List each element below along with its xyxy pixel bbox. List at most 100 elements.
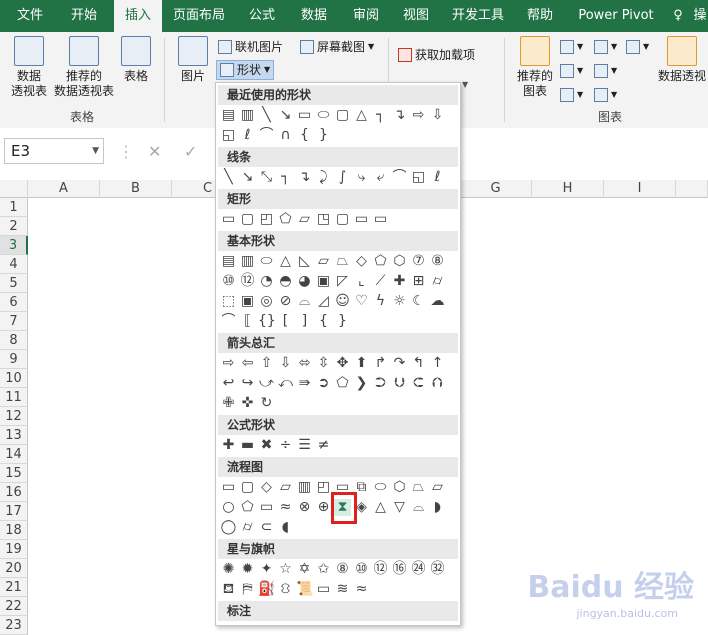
column-header[interactable]: B [100,180,172,198]
rounded-rectangle-shape[interactable]: ▢ [334,107,351,124]
row-header[interactable]: 16 [0,483,28,502]
flowchart-offpage-connector-shape[interactable]: ⬠ [239,499,256,516]
oval-shape[interactable]: ⬭ [315,107,332,124]
curved-connector-shape[interactable]: ∫ [334,169,351,186]
plus-shape[interactable]: ✚ [220,437,237,454]
rectangle-shape[interactable]: ▭ [220,211,237,228]
row-header[interactable]: 7 [0,312,28,331]
tab-insert[interactable]: 插入 [114,0,162,33]
get-addins-button[interactable]: 获取加载项 [398,46,475,64]
ribbon-up-shape[interactable]: ⛾ [220,581,237,598]
multiply-shape[interactable]: ✖ [258,437,275,454]
flowchart-direct-access-shape[interactable]: ⊂ [258,519,275,536]
tab-power-pivot[interactable]: Power Pivot [572,0,660,32]
pictures-button[interactable]: 图片 [174,36,212,84]
double-brace-shape[interactable]: {} [258,313,276,330]
tab-review[interactable]: 审阅 [344,0,388,32]
row-header[interactable]: 18 [0,521,28,540]
round-same-side-rectangle-shape[interactable]: ▭ [353,211,370,228]
flowchart-decision-shape[interactable]: ◇ [258,479,275,496]
star10-shape[interactable]: ⑩ [353,561,370,578]
down-arrow-callout-shape[interactable]: ⮋ [391,375,408,392]
flowchart-manual-input-shape[interactable]: ⏢ [410,479,427,496]
chevron-down-icon[interactable]: ▼ [92,139,99,163]
flowchart-internal-storage-shape[interactable]: ◰ [315,479,332,496]
left-right-up-arrow-shape[interactable]: ⬆ [353,355,370,372]
arc-shape[interactable]: ⌒ [220,313,237,330]
row-header[interactable]: 14 [0,445,28,464]
pie-chart-button[interactable]: ▼ [560,86,583,104]
down-arrow-shape[interactable]: ⇩ [429,107,446,124]
half-frame-shape[interactable]: ◸ [334,273,351,290]
row-header[interactable]: 1 [0,198,28,217]
flowchart-display-shape[interactable]: ◖ [277,519,294,536]
right-bracket-shape[interactable]: ] [296,313,313,330]
sun-shape[interactable]: ☼ [391,293,408,310]
l-shape[interactable]: ⌞ [353,273,370,290]
horizontal-scroll-shape[interactable]: ▭ [315,581,332,598]
curved-left-arrow-shape[interactable]: ↪ [239,375,256,392]
up-arrow-shape[interactable]: ⇧ [258,355,275,372]
minus-shape[interactable]: ▬ [239,437,256,454]
tab-home[interactable]: 开始 [62,0,106,32]
wave-shape[interactable]: ≋ [334,581,351,598]
no-symbol-shape[interactable]: ⊘ [277,293,294,310]
tell-me-icon[interactable]: ♀ [668,0,688,32]
pentagon-arrow-shape[interactable]: ⬠ [334,375,351,392]
flowchart-sequential-access-shape[interactable]: ◯ [220,519,237,536]
flowchart-delay-shape[interactable]: ◗ [429,499,446,516]
round-corner-rectangle-shape[interactable]: ▢ [334,211,351,228]
teardrop-shape[interactable]: ◕ [296,273,313,290]
donut-shape[interactable]: ◎ [258,293,275,310]
arrow-line-shape[interactable]: ↘ [239,169,256,186]
elbow-connector-shape[interactable]: ┐ [372,107,389,124]
star12-shape[interactable]: ⑫ [372,561,389,578]
row-header[interactable]: 11 [0,388,28,407]
snip-round-rectangle-shape[interactable]: ◳ [315,211,332,228]
arc-shape[interactable]: ∩ [277,127,294,144]
line-shape[interactable]: ╲ [258,107,275,124]
explosion1-shape[interactable]: ✺ [220,561,237,578]
explosion2-shape[interactable]: ✹ [239,561,256,578]
pentagon-shape[interactable]: ⬠ [372,253,389,270]
statistic-chart-button[interactable]: ▼ [626,38,649,56]
column-header[interactable] [676,180,708,198]
lightning-bolt-shape[interactable]: ϟ [372,293,389,310]
snip-corner-rectangle-shape[interactable]: ◰ [258,211,275,228]
freeform-shape[interactable]: ◱ [410,169,427,186]
row-header[interactable]: 12 [0,407,28,426]
hierarchy-chart-button[interactable]: ▼ [594,38,617,56]
curve-shape[interactable]: ⌒ [258,127,275,144]
pivot-chart-button[interactable]: 数据透视 [656,36,708,84]
right-brace-shape[interactable]: } [315,127,332,144]
snip-same-side-rectangle-shape[interactable]: ⬠ [277,211,294,228]
diamond-shape[interactable]: ◇ [353,253,370,270]
cloud-shape[interactable]: ☁ [429,293,446,310]
vertical-textbox-shape[interactable]: ▥ [239,107,256,124]
tab-search-cut[interactable]: 操 [692,0,708,32]
flowchart-merge-shape[interactable]: ▽ [391,499,408,516]
diagonal-stripe-shape[interactable]: ⟋ [372,273,389,290]
pivot-table-button[interactable]: 数据 透视表 [6,36,52,99]
row-header[interactable]: 13 [0,426,28,445]
dodecagon-shape[interactable]: ⑫ [239,273,256,290]
textbox-shape[interactable]: ▤ [220,107,237,124]
arrow-line-shape[interactable]: ↘ [277,107,294,124]
double-wave-shape[interactable]: ≈ [353,581,370,598]
column-header[interactable]: I [604,180,676,198]
row-header[interactable]: 4 [0,255,28,274]
tab-developer[interactable]: 开发工具 [446,0,510,32]
row-header[interactable]: 10 [0,369,28,388]
vertical-textbox-shape[interactable]: ▥ [239,253,256,270]
up-arrow-callout-shape[interactable]: ⮉ [429,375,446,392]
elbow-arrow-shape[interactable]: ↴ [296,169,313,186]
folded-corner-shape[interactable]: ◿ [315,293,332,310]
flowchart-connector-shape[interactable]: ○ [220,499,237,516]
table-button[interactable]: 表格 [118,36,154,84]
flowchart-process-shape[interactable]: ▭ [220,479,237,496]
row-header-selected[interactable]: 3 [0,236,28,255]
chevron-shape[interactable]: ❯ [353,375,370,392]
parallelogram-shape[interactable]: ▱ [315,253,332,270]
column-header[interactable]: A [28,180,100,198]
star16-shape[interactable]: ⑯ [391,561,408,578]
